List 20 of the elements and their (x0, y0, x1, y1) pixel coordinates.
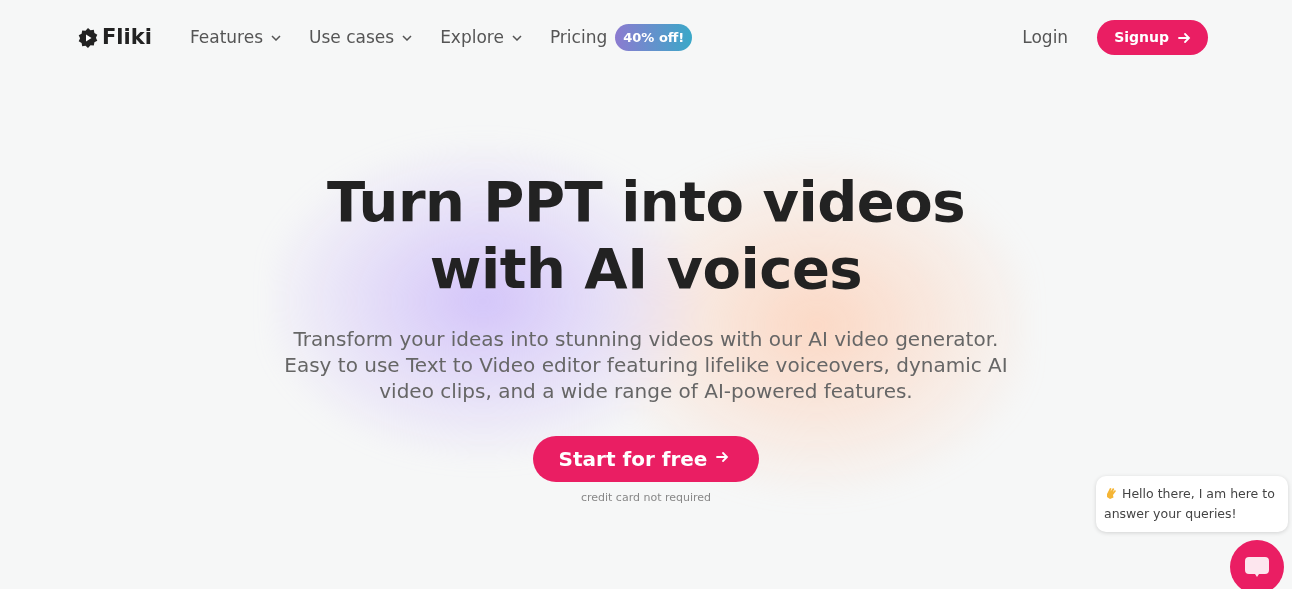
waving-hand-icon (1104, 486, 1118, 500)
nav-link[interactable]: Features (189, 24, 281, 51)
brand-name[interactable]: Fliki (102, 21, 152, 54)
nav-link[interactable]: Explore (440, 24, 522, 51)
signup-button[interactable]: Signup (1097, 20, 1208, 55)
hero-subtitle: Transform your ideas into stunning videos with our AI video generator. Easy to use Text to Video editor featuring lifelike voiceovers, dynamic AI video clips, and a wide range of AI-powered features. (283, 326, 1009, 404)
hero-heading: Turn PPT into videos with AI voices (326, 168, 965, 302)
logo-icon (78, 27, 98, 48)
nav-link[interactable]: Pricing (549, 24, 608, 51)
login-link[interactable]: Login (1022, 24, 1069, 51)
arrow-right-icon (1177, 30, 1191, 45)
nav-link[interactable]: Use cases (309, 24, 413, 51)
chevron-down-icon (271, 34, 281, 41)
chevron-down-icon (511, 34, 522, 41)
start-free-button[interactable]: Start for free (532, 436, 760, 482)
credit-card-note: credit card not required (580, 490, 712, 506)
discount-badge: 40% off! (615, 23, 693, 52)
chat-button[interactable] (1230, 540, 1284, 589)
chevron-down-icon (402, 34, 413, 41)
chat-message: Hello there, I am here to answer your queries! (1104, 485, 1276, 523)
